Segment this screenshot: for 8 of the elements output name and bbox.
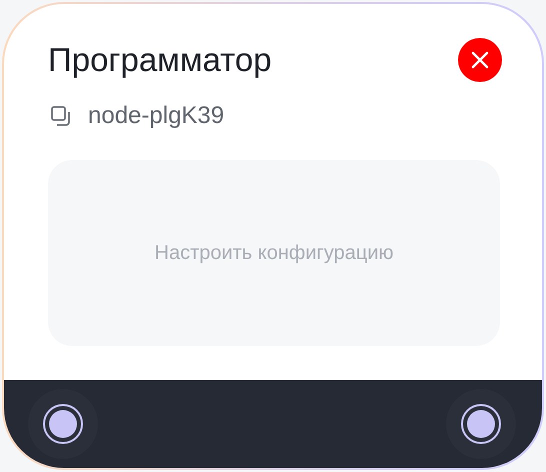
- connection-handle[interactable]: [461, 404, 501, 444]
- connection-handle[interactable]: [43, 404, 83, 444]
- node-title: Программатор: [48, 40, 272, 80]
- close-icon: [471, 51, 489, 69]
- copy-icon[interactable]: [50, 105, 72, 127]
- configure-button[interactable]: Настроить конфигурацию: [48, 160, 500, 346]
- node-id: node-plgK39: [88, 102, 224, 130]
- close-button[interactable]: [458, 38, 502, 82]
